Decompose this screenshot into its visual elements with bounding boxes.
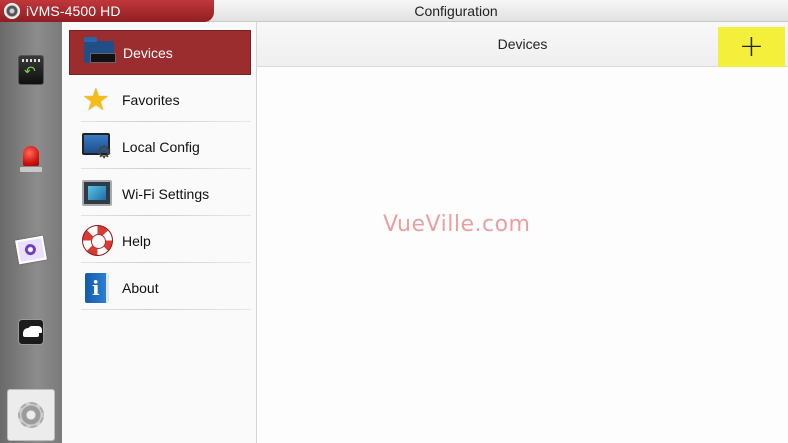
- page-title: Devices: [497, 36, 548, 52]
- app-name: iVMS-4500 HD: [26, 3, 121, 19]
- watermark: VueVille.com: [383, 212, 531, 237]
- menu-item-devices[interactable]: Devices: [69, 30, 251, 75]
- rail-cloud-button[interactable]: [0, 292, 62, 372]
- wifi-icon: [81, 177, 115, 211]
- menu-item-label: Wi-Fi Settings: [122, 185, 210, 202]
- menu-item-label: About: [122, 279, 159, 296]
- star-icon: ★: [82, 81, 110, 118]
- menu-item-about[interactable]: About: [69, 265, 251, 310]
- divider: [81, 215, 251, 216]
- divider: [81, 168, 251, 169]
- devices-icon: [82, 36, 116, 70]
- menu-item-local-config[interactable]: Local Config: [69, 124, 251, 169]
- playback-icon: [18, 55, 44, 85]
- menu-item-label: Help: [122, 232, 151, 249]
- left-rail: [0, 22, 62, 443]
- menu-item-label: Devices: [123, 44, 173, 61]
- menu-item-help[interactable]: Help: [69, 218, 251, 263]
- cloud-icon: [18, 319, 44, 345]
- menu-item-label: Favorites: [122, 91, 180, 108]
- configuration-menu: Devices ★ Favorites Local Config Wi-Fi S…: [62, 22, 257, 443]
- rail-configuration-button[interactable]: [7, 389, 55, 441]
- divider: [81, 309, 251, 310]
- divider: [81, 121, 251, 122]
- info-book-icon: [81, 271, 115, 305]
- app-tab: iVMS-4500 HD: [0, 0, 214, 22]
- divider: [81, 262, 251, 263]
- title-bar: iVMS-4500 HD Configuration: [0, 0, 788, 22]
- devices-header: Devices +: [257, 22, 788, 67]
- camera-logo-icon: [4, 3, 20, 19]
- picture-icon: [15, 236, 47, 264]
- rail-alarm-button[interactable]: [0, 119, 62, 199]
- devices-panel: Devices + VueVille.com: [257, 22, 788, 443]
- menu-item-favorites[interactable]: ★ Favorites: [69, 77, 251, 122]
- rail-playback-button[interactable]: [0, 30, 62, 110]
- menu-item-wifi-settings[interactable]: Wi-Fi Settings: [69, 171, 251, 216]
- configuration-icon: [18, 402, 44, 428]
- alarm-icon: [20, 146, 42, 172]
- rail-picture-button[interactable]: [0, 210, 62, 290]
- window-title: Configuration: [414, 3, 498, 19]
- lifebuoy-icon: [81, 224, 115, 258]
- local-config-icon: [81, 130, 115, 164]
- menu-item-label: Local Config: [122, 138, 200, 155]
- add-device-button[interactable]: +: [718, 27, 785, 67]
